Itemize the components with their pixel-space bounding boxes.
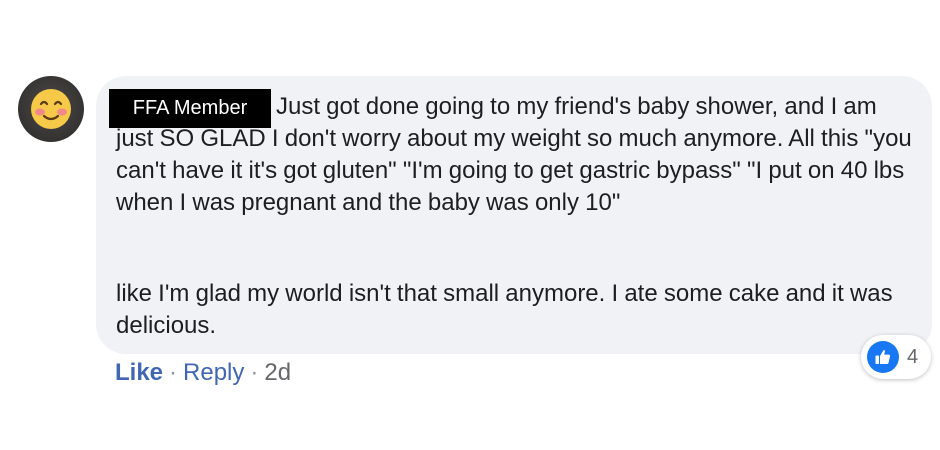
thumbs-up-icon (867, 341, 899, 373)
comment: Just got done going to my friend's baby … (0, 0, 940, 450)
blushing-smiley-icon (31, 89, 71, 129)
reaction-summary[interactable]: 4 (861, 335, 931, 379)
like-button[interactable]: Like (115, 359, 163, 386)
timestamp[interactable]: 2d (264, 359, 291, 386)
comment-text-paragraph-2: like I'm glad my world isn't that small … (116, 280, 893, 339)
avatar[interactable] (18, 76, 84, 142)
reaction-count: 4 (907, 345, 919, 368)
reply-button[interactable]: Reply (183, 359, 244, 386)
comment-actions: Like · Reply · 2d (115, 358, 291, 388)
action-separator: · (250, 359, 259, 386)
author-name[interactable]: FFA Member (109, 89, 271, 128)
action-separator: · (169, 359, 178, 386)
